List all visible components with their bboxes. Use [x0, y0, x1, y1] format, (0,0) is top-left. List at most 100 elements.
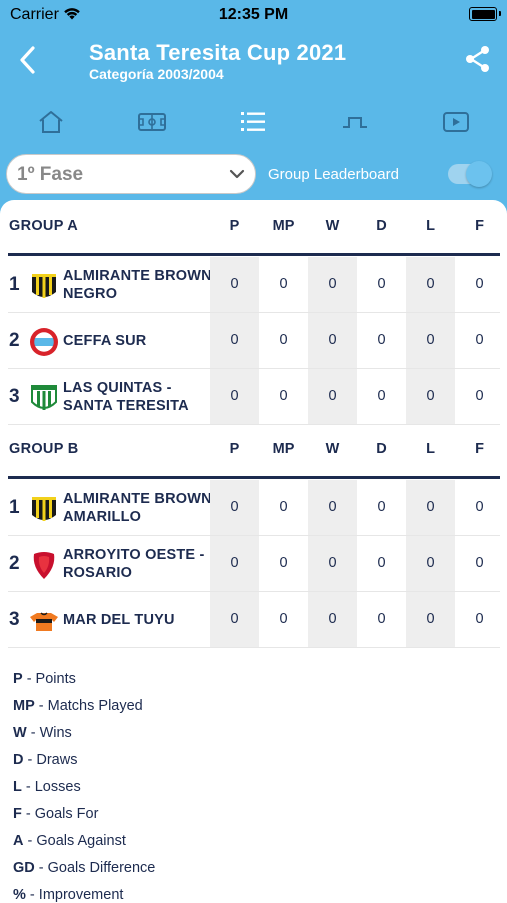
stat-w: 0 — [308, 257, 357, 312]
col-header-d: D — [376, 441, 387, 457]
group-header: GROUP A P MP W D L F — [0, 200, 507, 250]
legend-abbr: P — [13, 671, 23, 687]
list-icon — [241, 112, 265, 131]
stat-mp: 0 — [279, 276, 288, 292]
team-name: LAS QUINTAS - SANTA TERESITA — [63, 379, 189, 415]
legend-item: L - Losses — [13, 779, 313, 795]
group-leaderboard-label: Group Leaderboard — [268, 166, 399, 183]
team-name-line1: ALMIRANTE BROWN — [63, 268, 212, 284]
team-name: CEFFA SUR — [63, 332, 146, 350]
table-row[interactable]: 3 MAR DEL TUYU 0 0 0 0 0 0 — [0, 592, 507, 648]
legend-text: - Goals Against — [23, 833, 126, 849]
legend-text: - Goals Difference — [34, 860, 156, 876]
legend-item: D - Draws — [13, 752, 313, 768]
stat-p: 0 — [210, 536, 259, 591]
table-row[interactable]: 1 ALMIRANTE BROWN NEGRO 0 0 0 0 0 0 — [0, 257, 507, 313]
legend-abbr: W — [13, 725, 27, 741]
stat-d: 0 — [377, 555, 386, 571]
page-title: Santa Teresita Cup 2021 — [89, 40, 347, 65]
legend-text: - Matchs Played — [34, 698, 143, 714]
stat-f: 0 — [475, 332, 484, 348]
stat-f: 0 — [475, 499, 484, 515]
stat-p: 0 — [210, 592, 259, 647]
col-header-p: P — [229, 218, 240, 234]
legend-item: F - Goals For — [13, 806, 313, 822]
legend-text: - Losses — [21, 779, 81, 795]
team-name-line1: ARROYITO OESTE - — [63, 547, 205, 563]
team-logo — [32, 274, 56, 298]
legend-item: P - Points — [13, 671, 313, 687]
team-name: ALMIRANTE BROWN AMARILLO — [63, 490, 212, 526]
stat-p: 0 — [210, 313, 259, 368]
team-logo — [30, 328, 58, 356]
group-header: GROUP B P MP W D L F — [0, 423, 507, 473]
stat-mp: 0 — [279, 332, 288, 348]
col-header-mp: MP — [272, 441, 295, 457]
tab-video[interactable] — [436, 104, 476, 140]
table-row[interactable]: 2 CEFFA SUR 0 0 0 0 0 0 — [0, 313, 507, 369]
legend-abbr: F — [13, 806, 22, 822]
chevron-down-icon — [229, 169, 245, 179]
col-header-p: P — [229, 441, 240, 457]
standings-card: GROUP A P MP W D L F 1 ALMIRANTE BROWN NE… — [0, 200, 507, 903]
table-row[interactable]: 1 ALMIRANTE BROWN AMARILLO 0 0 0 0 0 0 — [0, 480, 507, 536]
stat-w: 0 — [308, 313, 357, 368]
team-name: ALMIRANTE BROWN NEGRO — [63, 267, 212, 303]
page-subtitle: Categoría 2003/2004 — [89, 66, 224, 82]
team-name-line1: ALMIRANTE BROWN — [63, 491, 212, 507]
legend-abbr: MP — [13, 698, 35, 714]
clock: 12:35 PM — [218, 6, 289, 23]
stat-l: 0 — [406, 369, 455, 424]
tab-home[interactable] — [31, 104, 71, 140]
team-name-line2: NEGRO — [63, 286, 118, 302]
tab-standings[interactable] — [233, 104, 273, 140]
legend-item: W - Wins — [13, 725, 313, 741]
battery-icon — [469, 7, 497, 21]
col-header-w: W — [325, 441, 340, 457]
tab-goal[interactable] — [335, 104, 375, 140]
row-divider — [8, 647, 500, 648]
table-row[interactable]: 2 ARROYITO OESTE - ROSARIO 0 0 0 0 0 0 — [0, 536, 507, 592]
col-header-l: L — [426, 441, 435, 457]
team-logo — [32, 497, 56, 521]
row-position: 3 — [9, 386, 20, 407]
stat-f: 0 — [475, 388, 484, 404]
table-row[interactable]: 3 LAS QUINTAS - SANTA TERESITA 0 0 0 0 0 … — [0, 369, 507, 425]
team-logo — [30, 612, 58, 631]
stat-d: 0 — [377, 611, 386, 627]
col-header-l: L — [426, 218, 435, 234]
stat-p: 0 — [210, 257, 259, 312]
row-position: 3 — [9, 609, 20, 630]
stat-f: 0 — [475, 276, 484, 292]
team-name-line2: ROSARIO — [63, 565, 133, 581]
stat-d: 0 — [377, 332, 386, 348]
phase-select[interactable]: 1º Fase — [6, 154, 256, 194]
col-header-f: F — [475, 218, 484, 234]
group-name: GROUP A — [9, 218, 78, 234]
team-logo — [33, 552, 55, 579]
goal-icon — [343, 117, 367, 128]
team-name-line2: SANTA TERESITA — [63, 398, 189, 414]
stat-p: 0 — [210, 369, 259, 424]
stat-d: 0 — [377, 388, 386, 404]
group-leaderboard-toggle[interactable] — [448, 161, 492, 187]
status-bar: Carrier 12:35 PM — [0, 0, 507, 30]
legend-text: - Improvement — [25, 887, 124, 903]
stat-f: 0 — [475, 555, 484, 571]
battery-cap — [499, 11, 501, 16]
legend-item: MP - Matchs Played — [13, 698, 313, 714]
video-icon — [443, 112, 469, 132]
legend-item: A - Goals Against — [13, 833, 313, 849]
share-icon[interactable] — [463, 44, 493, 74]
legend-text: - Goals For — [21, 806, 99, 822]
stat-d: 0 — [377, 499, 386, 515]
team-name: ARROYITO OESTE - ROSARIO — [63, 546, 205, 582]
col-header-d: D — [376, 218, 387, 234]
row-position: 1 — [9, 497, 20, 518]
back-arrow-icon[interactable] — [14, 42, 44, 78]
tab-field[interactable] — [132, 104, 172, 140]
stat-l: 0 — [406, 313, 455, 368]
group-name: GROUP B — [9, 441, 79, 457]
legend-item: GD - Goals Difference — [13, 860, 313, 876]
stat-p: 0 — [210, 480, 259, 535]
